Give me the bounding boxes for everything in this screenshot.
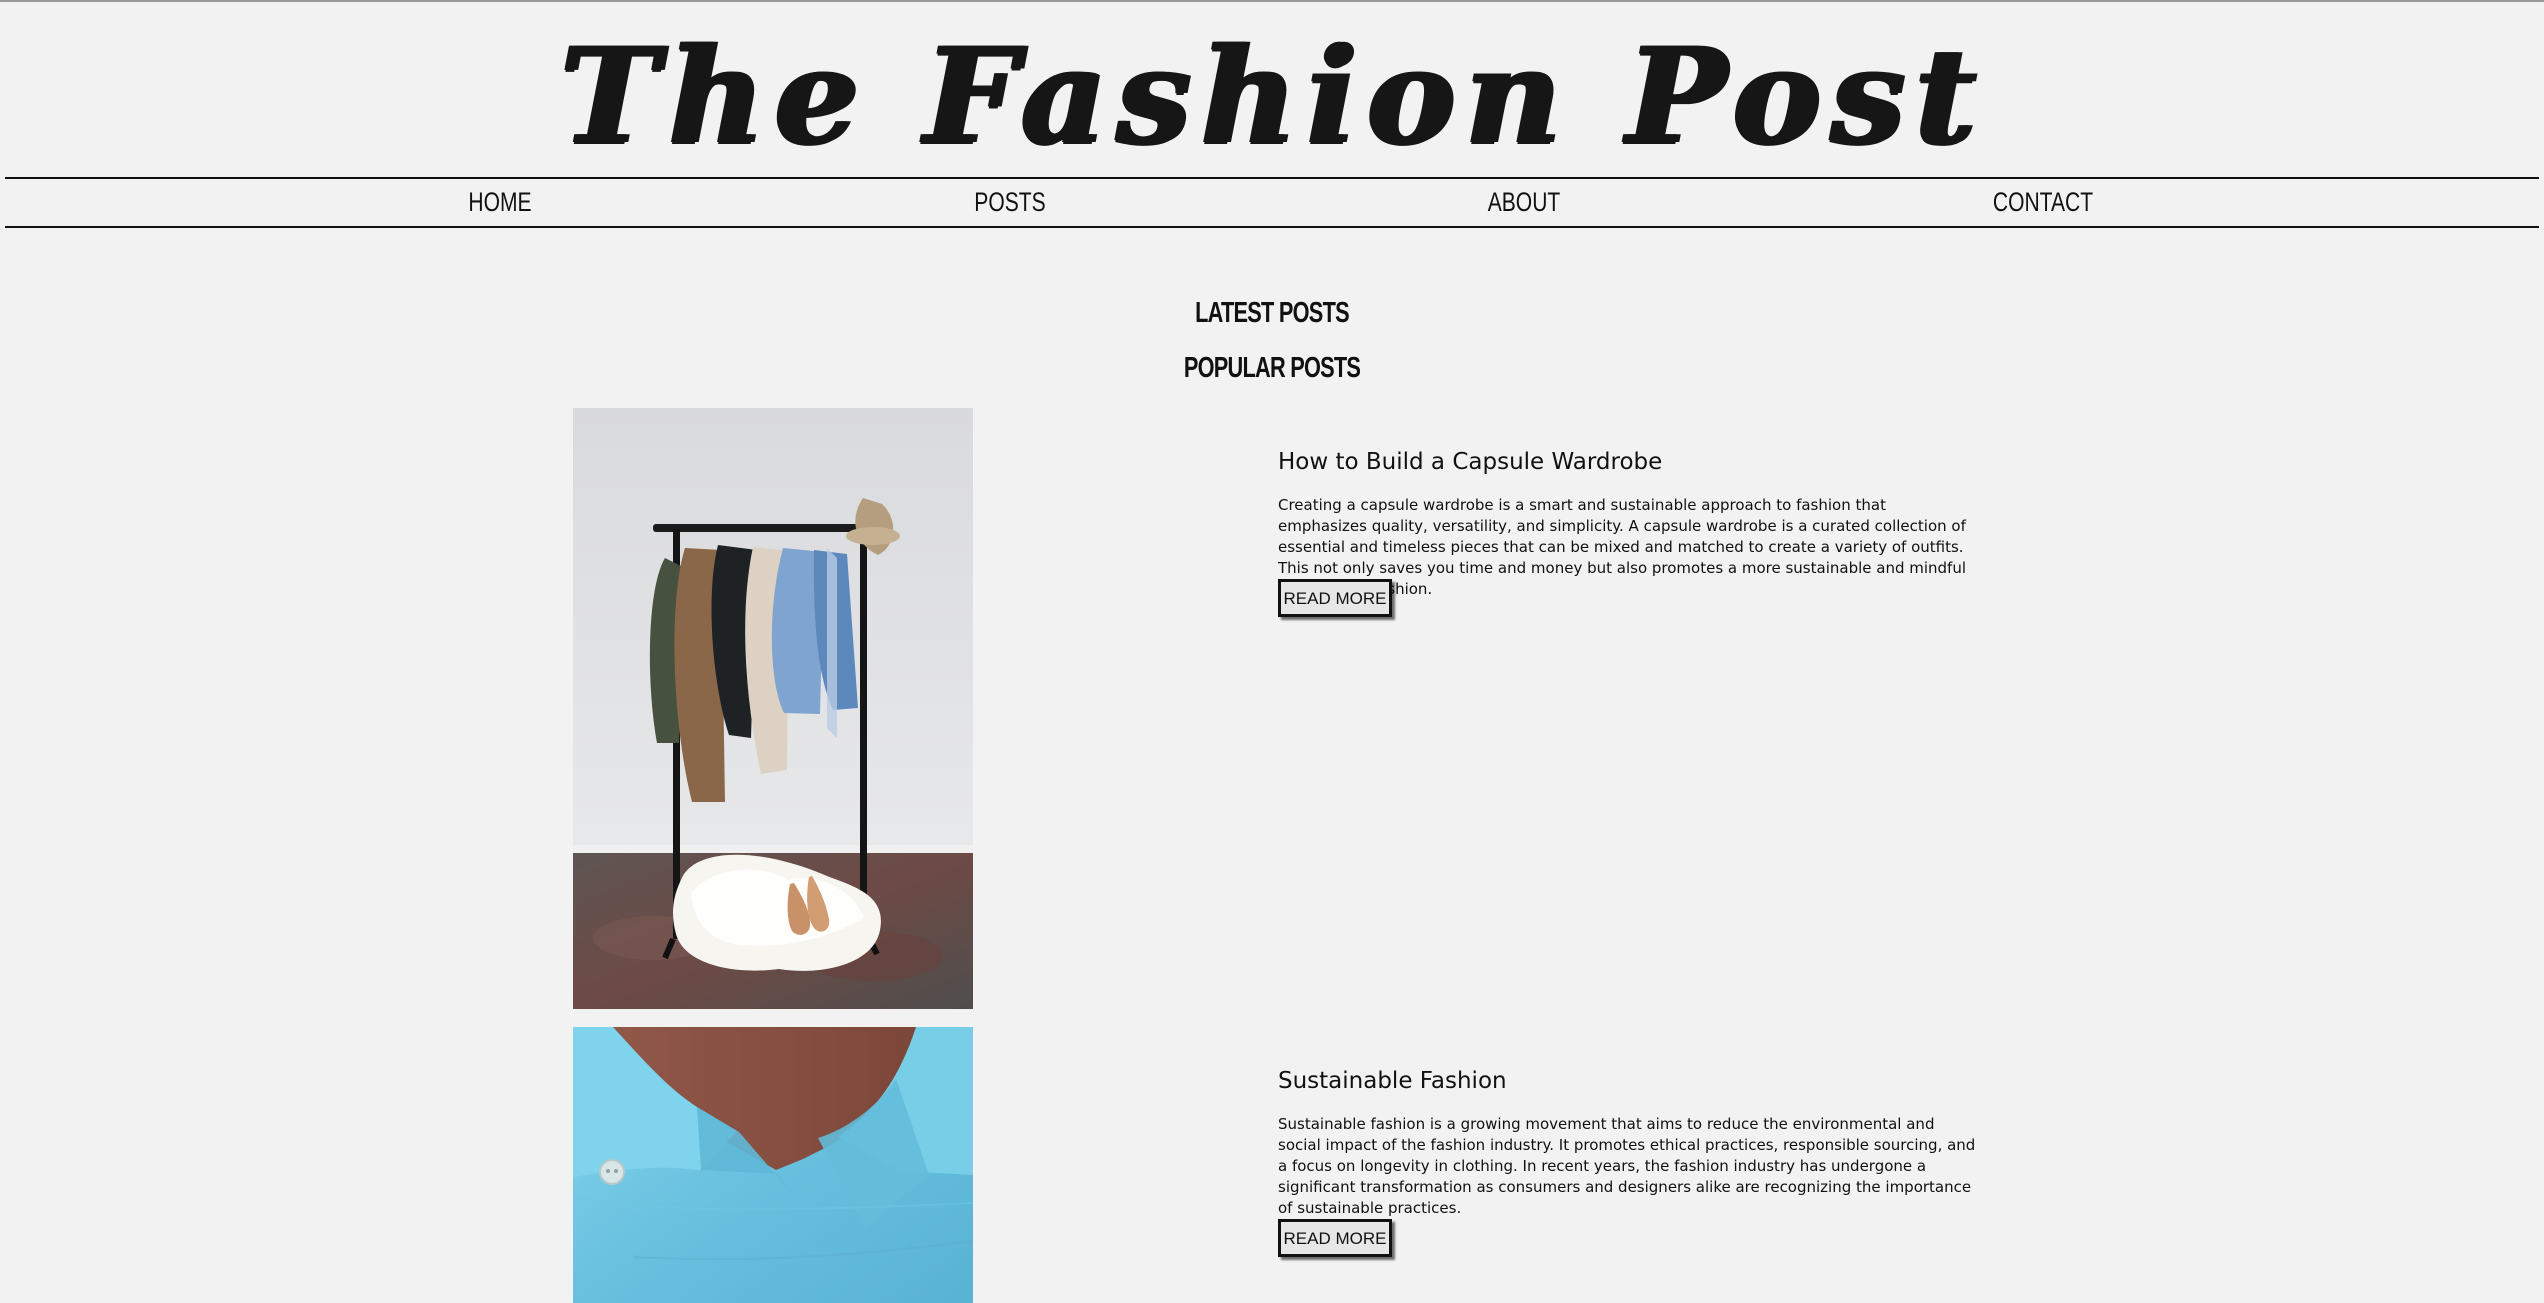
read-more-button[interactable]: READ MORE: [1278, 1219, 1392, 1257]
post-title: How to Build a Capsule Wardrobe: [1278, 449, 1663, 476]
page: The Fashion Post HOME POSTS ABOUT CONTAC…: [0, 0, 2544, 1303]
post-title: Sustainable Fashion: [1278, 1068, 1507, 1095]
clothing-rack-image: [573, 408, 973, 1009]
nav-contact-link[interactable]: CONTACT: [1973, 179, 2113, 226]
nav-about-link[interactable]: ABOUT: [1454, 179, 1594, 226]
latest-posts-heading: LATEST POSTS: [1195, 297, 1349, 329]
clothing-rack-illustration: [573, 408, 973, 1009]
nav-home-link[interactable]: HOME: [430, 179, 570, 226]
post-excerpt: Sustainable fashion is a growing movemen…: [1278, 1115, 1976, 1217]
nav-posts-link[interactable]: POSTS: [940, 179, 1080, 226]
site-title: The Fashion Post: [559, 19, 1985, 174]
blue-shirt-image: [573, 1027, 973, 1303]
main-navigation: HOME POSTS ABOUT CONTACT: [5, 177, 2539, 228]
read-more-button[interactable]: READ MORE: [1278, 579, 1392, 617]
blue-shirt-illustration: [573, 1027, 973, 1303]
popular-posts-heading: POPULAR POSTS: [1183, 352, 1361, 384]
